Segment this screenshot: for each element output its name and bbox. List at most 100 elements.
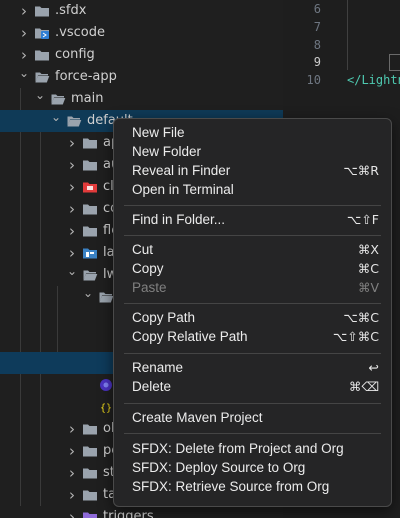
menu-item-new-file[interactable]: New File (114, 123, 391, 142)
chevron-right-icon[interactable]: › (66, 198, 78, 220)
folder-row[interactable]: › .vscode (0, 22, 283, 44)
chevron-right-icon[interactable]: › (66, 132, 78, 154)
menu-item-label: Delete (132, 379, 172, 394)
folder-icon (82, 158, 98, 172)
folder-open-icon (50, 92, 66, 106)
folder-icon (82, 202, 98, 216)
folder-row[interactable]: › config (0, 44, 283, 66)
triggers-folder-icon (82, 510, 98, 518)
menu-item-copy-relative-path[interactable]: Copy Relative Path ⌥⇧⌘C (114, 327, 391, 346)
menu-item-shortcut: ⌥⇧⌘C (332, 329, 379, 344)
tree-item-label: .sfdx (55, 3, 87, 18)
code-line[interactable]: </Lightn (347, 73, 400, 87)
folder-icon (34, 4, 50, 18)
chevron-right-icon[interactable]: › (66, 440, 78, 462)
folder-row[interactable]: › .sfdx (0, 0, 283, 22)
menu-item-label: Copy (132, 261, 164, 276)
line-number: 9 (313, 55, 321, 69)
menu-item-reveal-in-finder[interactable]: Reveal in Finder ⌥⌘R (114, 161, 391, 180)
menu-separator (124, 433, 381, 434)
folder-icon (82, 422, 98, 436)
chevron-down-icon[interactable]: ⌄ (50, 110, 62, 132)
chevron-down-icon[interactable]: ⌄ (66, 264, 78, 286)
menu-item-sfdx-deploy-source-to-org[interactable]: SFDX: Deploy Source to Org (114, 458, 391, 477)
menu-item-find-in-folder[interactable]: Find in Folder... ⌥⇧F (114, 210, 391, 229)
menu-item-paste: Paste ⌘V (114, 278, 391, 297)
folder-open-icon (98, 290, 114, 304)
menu-item-shortcut: ⌘V (357, 280, 379, 295)
folder-icon (82, 466, 98, 480)
menu-item-shortcut: ⌥⌘R (343, 163, 379, 178)
menu-item-label: Create Maven Project (132, 410, 263, 425)
tree-item-label: main (71, 91, 104, 106)
tree-item-label: force-app (55, 69, 117, 84)
vscode-folder-icon (34, 26, 50, 40)
eslint-file-icon (98, 378, 114, 392)
menu-item-open-in-terminal[interactable]: Open in Terminal (114, 180, 391, 199)
tree-item-label: .vscode (55, 25, 105, 40)
line-number: 6 (313, 2, 321, 16)
menu-item-shortcut: ⌘⌫ (348, 379, 379, 394)
menu-item-label: Paste (132, 280, 167, 295)
menu-item-shortcut: ↩ (368, 360, 379, 375)
menu-item-label: Copy Path (132, 310, 196, 325)
menu-item-rename[interactable]: Rename ↩ (114, 358, 391, 377)
menu-item-delete[interactable]: Delete ⌘⌫ (114, 377, 391, 396)
menu-item-label: SFDX: Retrieve Source from Org (132, 479, 330, 494)
menu-item-label: New Folder (132, 144, 202, 159)
context-menu: New File New Folder Reveal in Finder ⌥⌘R Ope… (113, 118, 392, 507)
menu-separator (124, 303, 381, 304)
chevron-right-icon[interactable]: › (18, 22, 30, 44)
folder-open-icon (66, 114, 82, 128)
chevron-right-icon[interactable]: › (66, 506, 78, 518)
menu-item-new-folder[interactable]: New Folder (114, 142, 391, 161)
folder-icon (82, 224, 98, 238)
menu-item-label: Rename (132, 360, 184, 375)
chevron-down-icon[interactable]: ⌄ (18, 66, 30, 88)
tree-item-label: triggers (103, 509, 154, 518)
folder-open-icon (34, 70, 50, 84)
menu-item-sfdx-retrieve-source-from-org[interactable]: SFDX: Retrieve Source from Org (114, 477, 391, 496)
chevron-right-icon[interactable]: › (18, 44, 30, 66)
layouts-folder-icon (82, 246, 98, 260)
chevron-down-icon[interactable]: ⌄ (82, 286, 94, 308)
menu-item-label: Find in Folder... (132, 212, 226, 227)
folder-icon (82, 136, 98, 150)
folder-row[interactable]: ⌄ main (0, 88, 283, 110)
folder-row[interactable]: ⌄ force-app (0, 66, 283, 88)
menu-item-label: Copy Relative Path (132, 329, 248, 344)
chevron-right-icon[interactable]: › (18, 0, 30, 22)
menu-item-shortcut: ⌘X (357, 242, 379, 257)
svg-text:{}: {} (100, 403, 112, 414)
menu-separator (124, 235, 381, 236)
folder-open-icon (82, 268, 98, 282)
menu-item-shortcut: ⌘C (357, 261, 379, 276)
menu-item-label: SFDX: Deploy Source to Org (132, 460, 306, 475)
menu-item-shortcut: ⌥⇧F (346, 212, 379, 227)
chevron-right-icon[interactable]: › (66, 462, 78, 484)
line-number: 7 (313, 20, 321, 34)
menu-item-label: New File (132, 125, 185, 140)
classes-folder-icon (82, 180, 98, 194)
chevron-right-icon[interactable]: › (66, 484, 78, 506)
menu-item-create-maven-project[interactable]: Create Maven Project (114, 408, 391, 427)
chevron-right-icon[interactable]: › (66, 176, 78, 198)
tree-item-label: config (55, 47, 95, 62)
menu-item-copy-path[interactable]: Copy Path ⌥⌘C (114, 308, 391, 327)
menu-item-label: Cut (132, 242, 154, 257)
chevron-right-icon[interactable]: › (66, 154, 78, 176)
menu-item-copy[interactable]: Copy ⌘C (114, 259, 391, 278)
menu-item-cut[interactable]: Cut ⌘X (114, 240, 391, 259)
editor-indent-guide (347, 0, 348, 70)
folder-row[interactable]: › triggers (0, 506, 283, 518)
line-number: 8 (313, 38, 321, 52)
menu-item-sfdx-delete-from-project-and-org[interactable]: SFDX: Delete from Project and Org (114, 439, 391, 458)
code-editor[interactable]: 6 7 8 9 10 </Lightn (283, 0, 400, 96)
chevron-right-icon[interactable]: › (66, 242, 78, 264)
menu-item-shortcut: ⌥⌘C (343, 310, 379, 325)
chevron-down-icon[interactable]: ⌄ (34, 88, 46, 110)
chevron-right-icon[interactable]: › (66, 418, 78, 440)
chevron-right-icon[interactable]: › (66, 220, 78, 242)
folder-icon (82, 444, 98, 458)
menu-item-label: Open in Terminal (132, 182, 234, 197)
